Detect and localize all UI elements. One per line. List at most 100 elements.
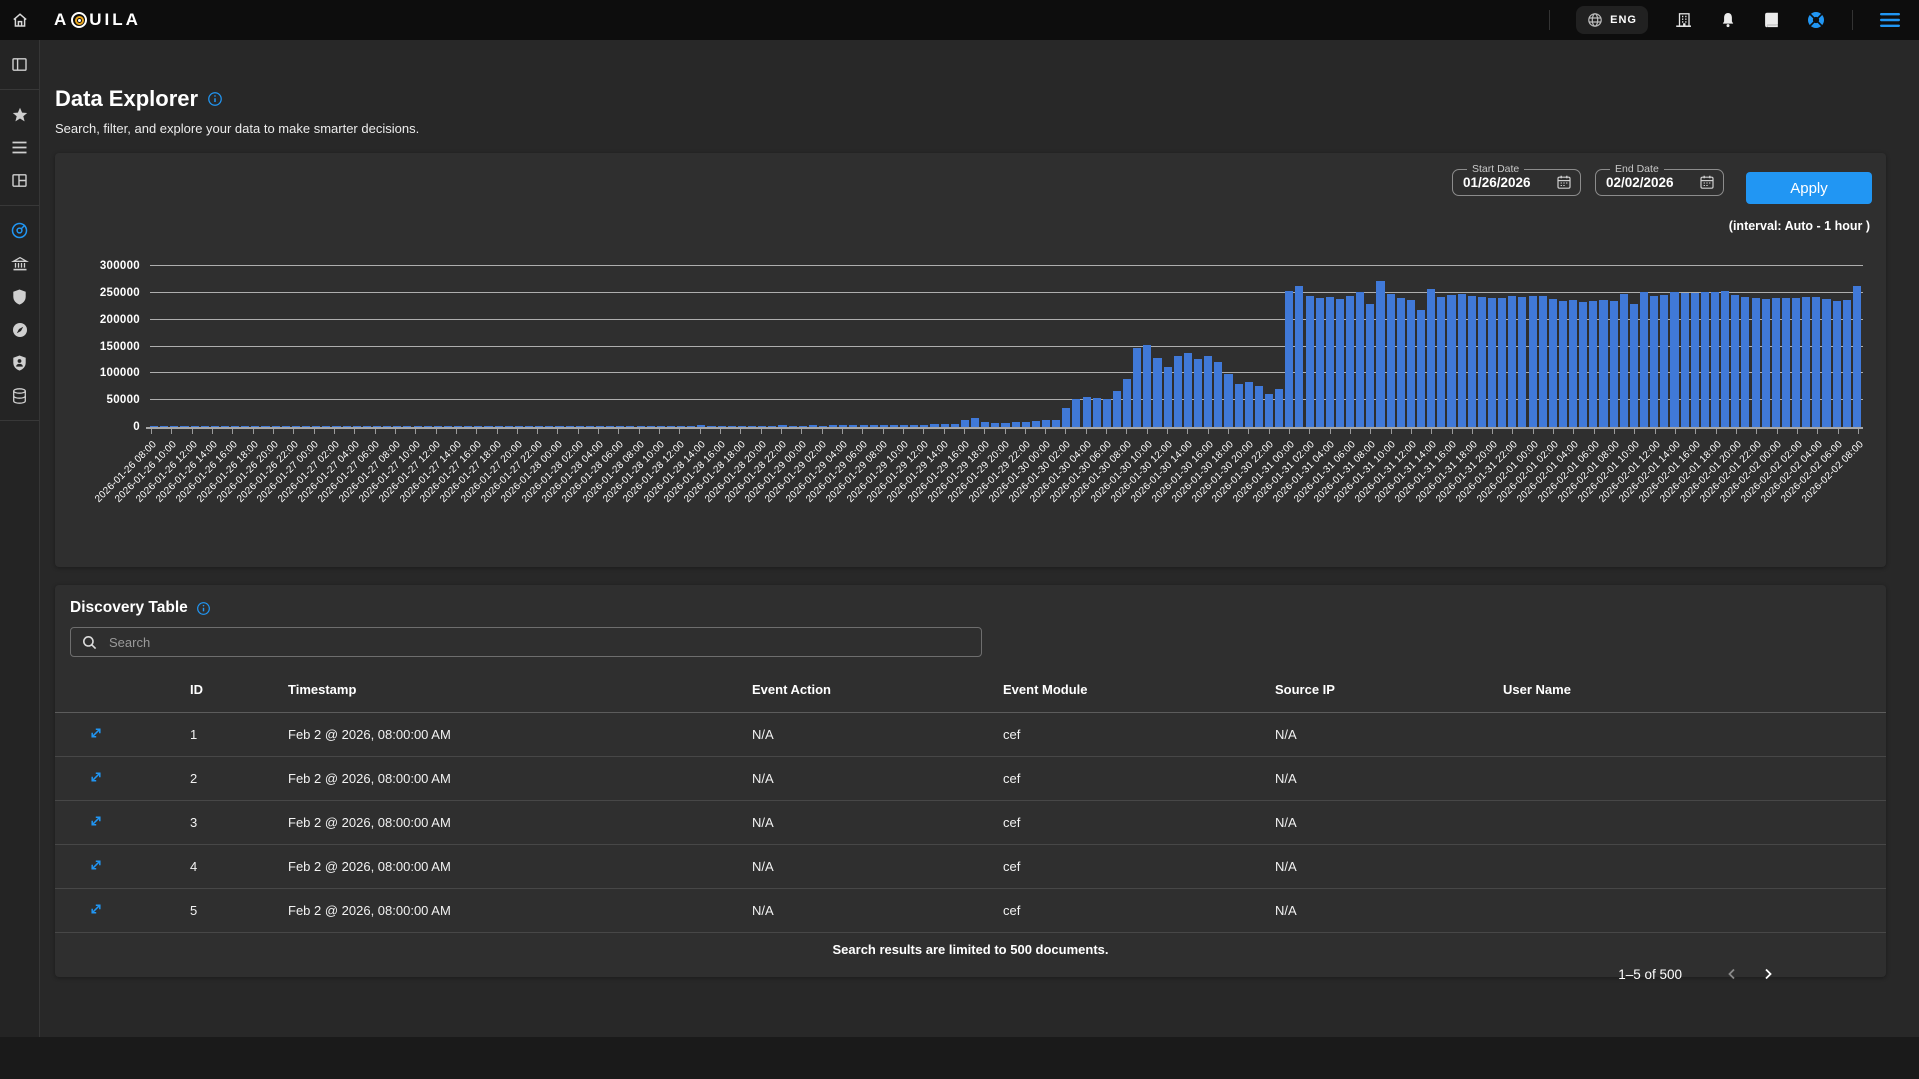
list-menu-icon [11,140,28,155]
x-tick [212,429,213,434]
expand-cell [55,889,173,933]
previous-page-button[interactable] [1724,966,1740,982]
bank-icon [11,255,29,273]
bar [1083,397,1091,427]
bar [1306,296,1314,427]
language-label: ENG [1610,14,1637,26]
bar [1772,298,1780,427]
language-selector[interactable]: ENG [1576,6,1648,34]
x-tick [293,429,294,434]
x-tick [375,429,376,434]
y-axis-label: 50000 [107,394,140,406]
timestamp-cell: Feb 2 @ 2026, 08:00:00 AM [271,889,735,933]
column-header-event-module: Event Module [986,667,1258,713]
x-tick [1472,429,1473,434]
sidebar-item-data-explorer-active[interactable] [0,214,39,247]
calendar-icon[interactable] [1556,174,1572,190]
bar [1255,386,1263,427]
bar [1812,297,1820,427]
x-tick [1573,429,1574,434]
x-tick [679,429,680,434]
menu-button[interactable] [1879,12,1901,28]
y-axis-label: 150000 [100,341,140,353]
sidebar-item-dashboard[interactable] [0,164,39,197]
bar [961,420,969,428]
bar [1447,295,1455,427]
sidebar-item-shield[interactable] [0,280,39,313]
topbar-right: ENG [1549,6,1919,34]
column-header-timestamp: Timestamp [271,667,735,713]
sidebar-item-favorites[interactable] [0,98,39,131]
x-tick [1512,429,1513,434]
info-icon[interactable] [207,91,223,107]
expand-row-button[interactable] [88,857,104,873]
expand-row-button[interactable] [88,813,104,829]
x-tick [1126,429,1127,434]
expand-row-button[interactable] [88,725,104,741]
calendar-icon[interactable] [1699,174,1715,190]
table-row: 4Feb 2 @ 2026, 08:00:00 AMN/AcefN/A [55,845,1886,889]
x-tick [253,429,254,434]
bar [1752,298,1760,427]
search-input[interactable] [107,634,971,651]
start-date-field[interactable]: Start Date 01/26/2026 [1452,163,1581,196]
brand-q-mark [71,12,87,28]
end-date-label: End Date [1610,163,1664,175]
x-tick [1147,429,1148,434]
sidebar [0,40,40,1037]
x-tick [1045,429,1046,434]
x-tick [1208,429,1209,434]
expand-row-button[interactable] [88,769,104,785]
x-tick [557,429,558,434]
panel-toggle-icon [11,56,28,73]
docs-button[interactable] [1763,11,1780,29]
support-button[interactable] [1806,10,1826,30]
sidebar-item-panel-toggle[interactable] [0,48,39,81]
sidebar-item-bank[interactable] [0,247,39,280]
sidebar-item-database[interactable] [0,379,39,412]
open-in-full-icon [88,901,104,917]
expand-row-button[interactable] [88,901,104,917]
page-title-text: Data Explorer [55,86,198,112]
bar [1650,296,1658,427]
x-tick [1858,429,1859,434]
x-tick [964,429,965,434]
page-title: Data Explorer [55,40,1886,112]
org-button[interactable] [1674,11,1693,29]
x-tick [842,429,843,434]
x-tick [1695,429,1696,434]
x-tick [1594,429,1595,434]
chevron-left-icon [1724,966,1740,982]
sidebar-item-user-shield[interactable] [0,346,39,379]
bar [1346,296,1354,427]
x-tick [1756,429,1757,434]
brand-logo[interactable]: AUILA [54,10,141,30]
x-tick [1492,429,1493,434]
home-button[interactable] [0,11,40,29]
notifications-bell-icon [1719,11,1737,29]
user-shield-icon [11,354,28,372]
bar [1204,356,1212,427]
x-tick [1106,429,1107,434]
end-date-field[interactable]: End Date 02/02/2026 [1595,163,1724,196]
apply-button[interactable]: Apply [1746,172,1872,204]
bar [1498,298,1506,427]
x-tick [232,429,233,434]
sidebar-group-1 [0,40,39,90]
x-tick [1838,429,1839,434]
notifications-button[interactable] [1719,11,1737,29]
next-page-button[interactable] [1760,966,1776,982]
sidebar-item-list[interactable] [0,131,39,164]
table-row: 2Feb 2 @ 2026, 08:00:00 AMN/AcefN/A [55,757,1886,801]
open-in-full-icon [88,857,104,873]
info-icon[interactable] [196,601,211,616]
x-tick [334,429,335,434]
table-header-row: ID Timestamp Event Action Event Module S… [55,667,1886,713]
id-cell: 5 [173,889,271,933]
bar [1133,348,1141,427]
bar [1630,304,1638,427]
end-date-value: 02/02/2026 [1606,175,1674,190]
sidebar-item-compass[interactable] [0,313,39,346]
event-action-cell: N/A [735,845,986,889]
x-tick [415,429,416,434]
